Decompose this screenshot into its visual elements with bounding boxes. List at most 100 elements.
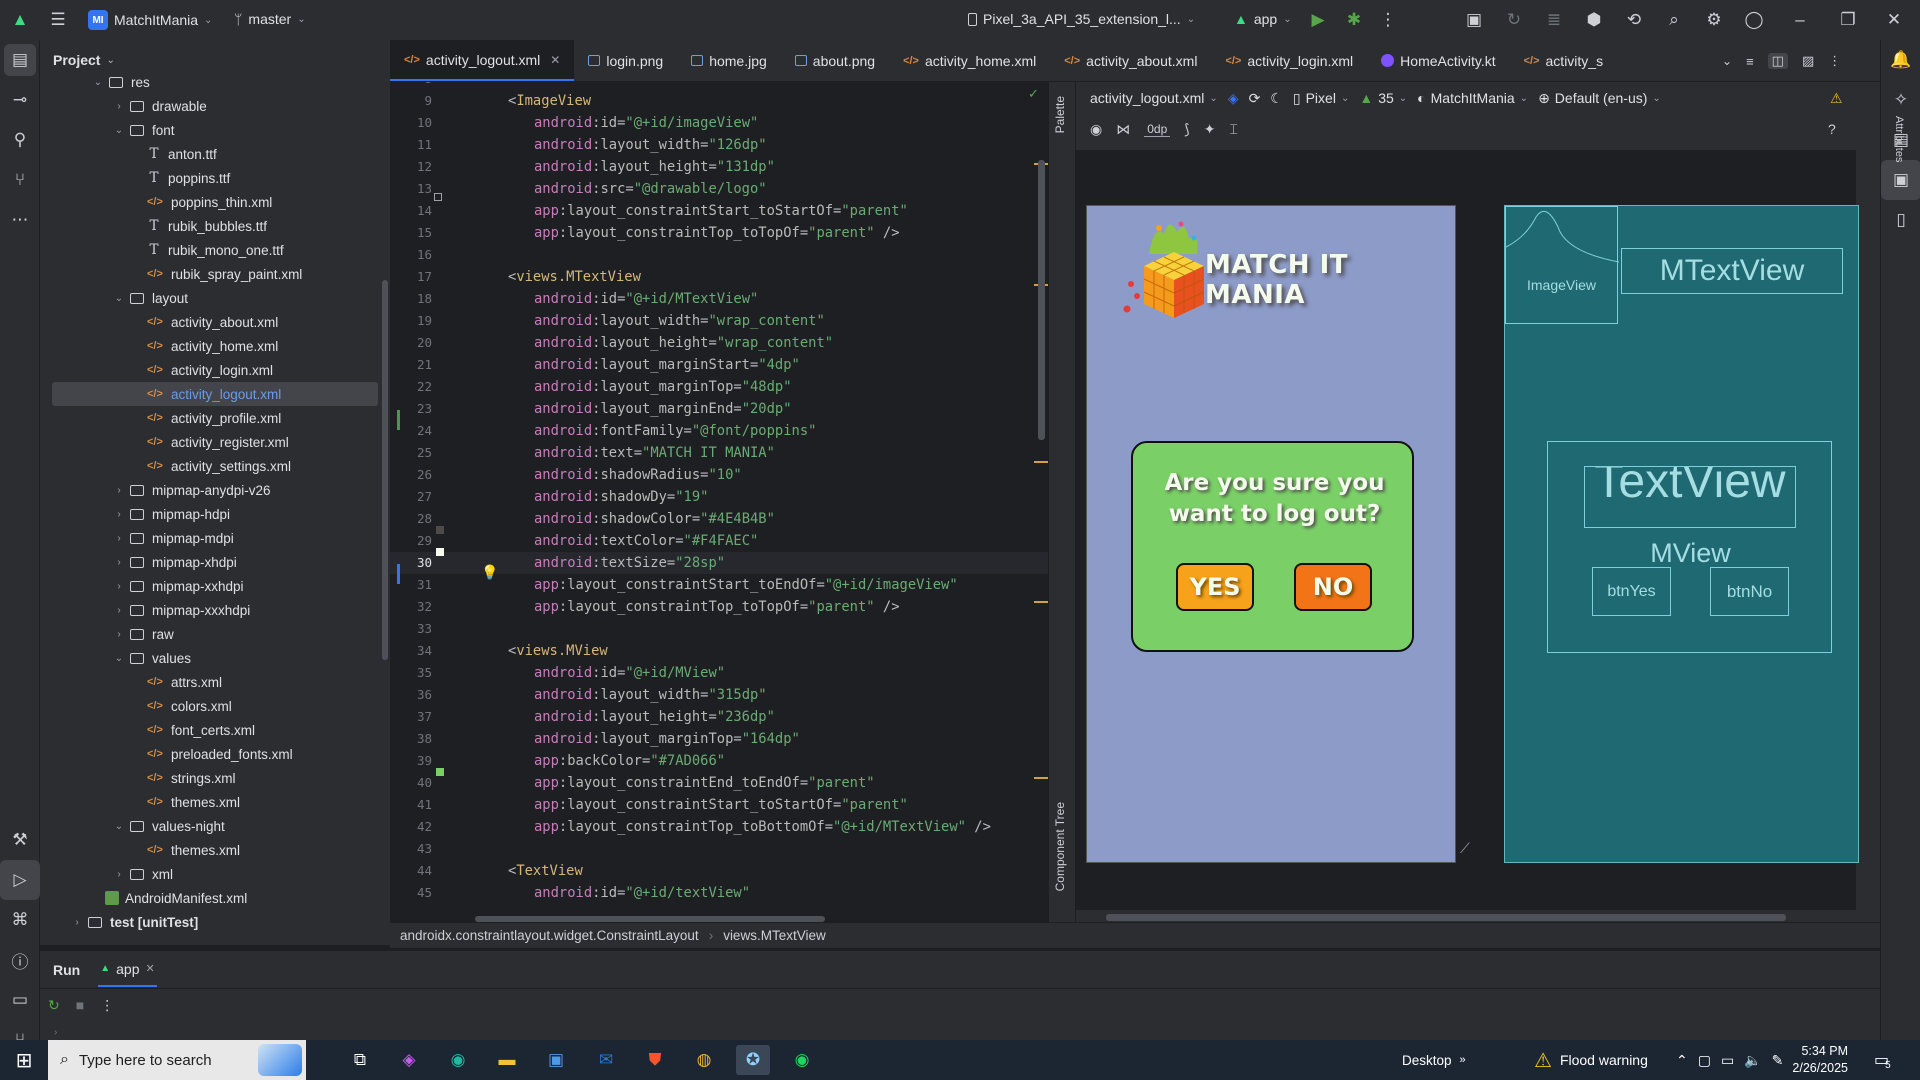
help-icon[interactable]: ? (1828, 121, 1836, 137)
tree-item[interactable]: </> colors.xml (40, 694, 378, 718)
gemini-icon[interactable]: ✧ (1881, 80, 1920, 120)
task-view-icon[interactable]: ⧉ (343, 1045, 377, 1075)
editor-tab[interactable]: </> activity_about.xml (1050, 40, 1211, 81)
chevron-right-icon[interactable]: › (112, 629, 126, 640)
notifications-icon[interactable]: 🔔 (1881, 40, 1920, 80)
tree-item[interactable]: </> themes.xml (40, 838, 378, 862)
close-window-icon[interactable]: ✕ (1878, 4, 1910, 36)
yes-button[interactable]: YES (1176, 563, 1254, 611)
android-studio-taskbar-icon[interactable]: ✪ (736, 1045, 770, 1075)
tree-item[interactable]: </> attrs.xml (40, 670, 378, 694)
chevron-down-icon[interactable]: ⌄ (112, 125, 126, 136)
edge-icon[interactable]: ◉ (441, 1045, 475, 1075)
layout-inspector-icon[interactable]: ▣ (1881, 160, 1920, 200)
code-line[interactable]: android:shadowColor="#4E4B4B" (534, 508, 775, 530)
tree-item[interactable]: › mipmap-xxhdpi (40, 574, 378, 598)
tree-item[interactable]: Tanton.ttf (40, 142, 378, 166)
code-line[interactable]: android:layout_marginEnd="20dp" (534, 398, 792, 420)
close-icon[interactable]: ✕ (145, 962, 154, 975)
warning-icon[interactable]: ⚠ (1830, 90, 1843, 107)
chevron-right-icon[interactable]: › (70, 917, 84, 928)
blueprint-btnyes[interactable]: btnYes (1592, 567, 1671, 616)
network-icon[interactable]: ▭ (1721, 1052, 1734, 1069)
lightbulb-icon[interactable]: 💡 (481, 564, 498, 581)
tree-item[interactable]: ⌄ values-night (40, 814, 378, 838)
search-icon[interactable]: ⌕ (1658, 4, 1690, 36)
code-line[interactable]: app:layout_constraintTop_toTopOf="parent… (534, 596, 900, 618)
run-tab-app[interactable]: ▲ app ✕ (98, 953, 157, 987)
tree-item[interactable]: </> activity_settings.xml (40, 454, 378, 478)
app-title-text[interactable]: MATCH IT MANIA (1205, 250, 1455, 310)
code-line[interactable]: android:layout_marginTop="164dp" (534, 728, 800, 750)
code-line[interactable]: android:layout_marginStart="4dp" (534, 354, 800, 376)
code-line[interactable]: android:src="@drawable/logo" (534, 178, 767, 200)
chevron-down-icon[interactable]: ⌄ (112, 293, 126, 304)
apply-changes-icon[interactable]: ↻ (1498, 4, 1530, 36)
default-margin[interactable]: 0dp (1144, 122, 1171, 137)
code-line[interactable]: android:shadowDy="19" (534, 486, 708, 508)
code-line[interactable]: android:shadowRadius="10" (534, 464, 742, 486)
tree-item[interactable]: ⌄ res (40, 70, 378, 94)
minimize-icon[interactable]: – (1784, 4, 1816, 36)
code-line[interactable]: <ImageView (508, 90, 591, 112)
code-line[interactable]: android:id="@+id/MTextView" (534, 288, 758, 310)
chevron-down-icon[interactable]: ⌄ (112, 653, 126, 664)
running-devices-icon[interactable]: ▯ (1881, 200, 1920, 240)
copilot-icon[interactable]: ◈ (392, 1045, 426, 1075)
file-explorer-icon[interactable]: ▬ (490, 1045, 524, 1075)
editor-tab[interactable]: </> activity_login.xml (1211, 40, 1367, 81)
blueprint-imageview[interactable]: ImageView (1505, 206, 1619, 324)
commit-tool-icon[interactable]: ⊸ (0, 80, 40, 120)
code-view-icon[interactable]: ≡ (1746, 54, 1754, 69)
chevron-right-icon[interactable]: › (112, 581, 126, 592)
tree-item[interactable]: </> activity_logout.xml (52, 382, 378, 406)
pull-requests-icon[interactable]: ⑂ (0, 160, 40, 200)
theme-selector[interactable]: ◐ MatchItMania ⌄ (1417, 90, 1528, 106)
tree-item[interactable]: </> strings.xml (40, 766, 378, 790)
chevron-down-icon[interactable]: ⌄ (1722, 54, 1732, 68)
no-button[interactable]: NO (1294, 563, 1372, 611)
main-menu-icon[interactable]: ☰ (42, 4, 74, 36)
close-tab-icon[interactable]: ✕ (550, 53, 560, 67)
code-line[interactable]: app:layout_constraintTop_toBottomOf="@+i… (534, 816, 991, 838)
breadcrumb-item[interactable]: views.MTextView (723, 928, 826, 943)
logout-prompt-text[interactable]: Are you sure you want to log out? (1133, 468, 1416, 530)
chevron-right-icon[interactable]: › (112, 869, 126, 880)
store-icon[interactable]: ▣ (539, 1045, 573, 1075)
tree-item[interactable]: </> rubik_spray_paint.xml (40, 262, 378, 286)
locale-selector[interactable]: ⊕ Default (en-us) ⌄ (1538, 90, 1661, 107)
volume-icon[interactable]: 🔈 (1744, 1052, 1761, 1069)
editor-tab[interactable]: </> activity_home.xml (889, 40, 1050, 81)
code-line[interactable]: android:id="@+id/textView" (534, 882, 750, 904)
show-hidden-icons-icon[interactable]: ⌃ (1676, 1052, 1688, 1069)
tree-item[interactable]: Trubik_bubbles.ttf (40, 214, 378, 238)
more-icon[interactable]: ⋮ (1828, 53, 1841, 69)
guidelines-icon[interactable]: ⌶ (1229, 121, 1237, 138)
code-line[interactable]: android:text="MATCH IT MANIA" (534, 442, 775, 464)
account-icon[interactable]: ◯ (1738, 4, 1770, 36)
settings-gear-icon[interactable]: ⚙ (1698, 4, 1730, 36)
code-line[interactable]: <views.MTextView (508, 266, 641, 288)
run-config-selector[interactable]: ▲ app ⌄ (1234, 11, 1292, 27)
taskbar-search[interactable]: ⌕ Type here to search (48, 1040, 306, 1080)
device-selector[interactable]: ▯ Pixel ⌄ (1293, 90, 1349, 107)
brave-icon[interactable]: ⛊ (638, 1045, 672, 1075)
editor-tab[interactable]: </> activity_s (1510, 40, 1617, 81)
infer-constraints-icon[interactable]: ✦ (1204, 121, 1216, 138)
resize-handle-icon[interactable]: ⟋ (1460, 840, 1470, 857)
warning-marker[interactable] (1034, 601, 1048, 603)
code-line[interactable]: app:layout_constraintEnd_toEndOf="parent… (534, 772, 875, 794)
tree-item[interactable]: AndroidManifest.xml (40, 886, 378, 910)
more-actions-icon[interactable]: ⋮ (1372, 4, 1404, 36)
tree-item[interactable]: </> poppins_thin.xml (40, 190, 378, 214)
code-line[interactable]: android:layout_width="315dp" (534, 684, 767, 706)
editor-tab[interactable]: about.png (781, 40, 889, 81)
code-line[interactable]: app:backColor="#7AD066" (534, 750, 725, 772)
problems-icon[interactable]: ⓘ (0, 940, 40, 980)
chrome-icon[interactable]: ◍ (687, 1045, 721, 1075)
spotify-icon[interactable]: ◉ (785, 1045, 819, 1075)
code-line[interactable]: android:layout_height="wrap_content" (534, 332, 833, 354)
outlook-icon[interactable]: ✉ (589, 1045, 623, 1075)
rerun-icon[interactable]: ↻ (48, 997, 60, 1014)
tree-item[interactable]: › drawable (40, 94, 378, 118)
